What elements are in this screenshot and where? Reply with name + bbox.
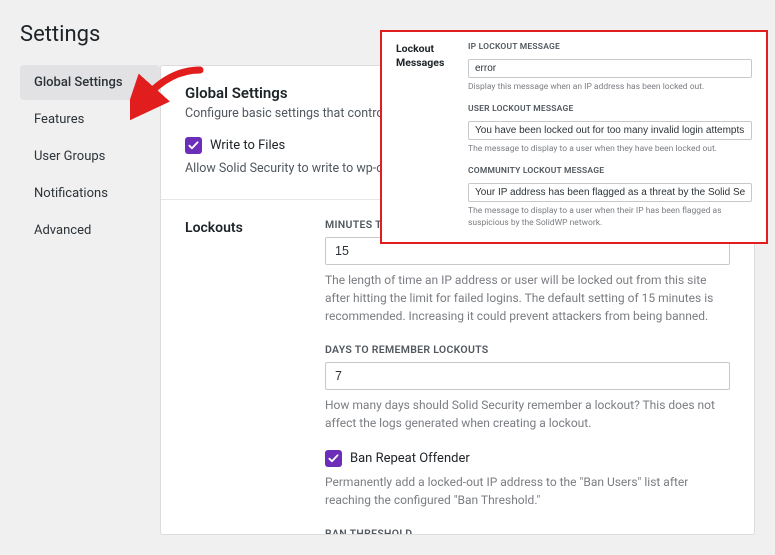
- lockouts-section: Lockouts MINUTES TO LOCKOUT The length o…: [185, 218, 730, 535]
- settings-sidebar: Global Settings Features User Groups Not…: [20, 65, 160, 535]
- user-lockout-help: The message to display to a user when th…: [468, 143, 752, 156]
- community-lockout-label: COMMUNITY LOCKOUT MESSAGE: [468, 166, 752, 176]
- ban-repeat-checkbox[interactable]: [325, 450, 342, 467]
- check-icon: [328, 453, 339, 464]
- ban-repeat-group: Ban Repeat Offender Permanently add a lo…: [325, 450, 730, 509]
- lockout-messages-heading: Lockout Messages: [396, 42, 456, 230]
- days-to-remember-help: How many days should Solid Security reme…: [325, 396, 730, 432]
- ban-threshold-label: BAN THRESHOLD: [325, 527, 730, 535]
- ip-lockout-input[interactable]: [468, 59, 752, 78]
- community-lockout-input[interactable]: [468, 183, 752, 202]
- minutes-to-lockout-help: The length of time an IP address or user…: [325, 271, 730, 325]
- sidebar-item-advanced[interactable]: Advanced: [20, 213, 160, 248]
- community-lockout-help: The message to display to a user when th…: [468, 205, 752, 231]
- days-to-remember-input[interactable]: [325, 362, 730, 390]
- ban-threshold-group: BAN THRESHOLD: [325, 527, 730, 535]
- sidebar-item-features[interactable]: Features: [20, 102, 160, 137]
- ip-lockout-help: Display this message when an IP address …: [468, 81, 752, 94]
- sidebar-item-global-settings[interactable]: Global Settings: [20, 65, 160, 100]
- community-lockout-group: COMMUNITY LOCKOUT MESSAGE The message to…: [468, 166, 752, 231]
- lockouts-heading: Lockouts: [185, 218, 305, 535]
- sidebar-item-notifications[interactable]: Notifications: [20, 176, 160, 211]
- days-to-remember-label: DAYS TO REMEMBER LOCKOUTS: [325, 343, 730, 356]
- ban-repeat-help: Permanently add a locked-out IP address …: [325, 473, 730, 509]
- sidebar-item-user-groups[interactable]: User Groups: [20, 139, 160, 174]
- user-lockout-input[interactable]: [468, 121, 752, 140]
- ip-lockout-group: IP LOCKOUT MESSAGE Display this message …: [468, 42, 752, 94]
- user-lockout-label: USER LOCKOUT MESSAGE: [468, 104, 752, 114]
- check-icon: [188, 140, 199, 151]
- user-lockout-group: USER LOCKOUT MESSAGE The message to disp…: [468, 104, 752, 156]
- lockout-messages-callout: Lockout Messages IP LOCKOUT MESSAGE Disp…: [380, 30, 768, 244]
- ip-lockout-label: IP LOCKOUT MESSAGE: [468, 42, 752, 52]
- write-to-files-checkbox[interactable]: [185, 137, 202, 154]
- days-to-remember-group: DAYS TO REMEMBER LOCKOUTS How many days …: [325, 343, 730, 432]
- write-to-files-label: Write to Files: [210, 138, 285, 153]
- ban-repeat-label: Ban Repeat Offender: [350, 451, 470, 466]
